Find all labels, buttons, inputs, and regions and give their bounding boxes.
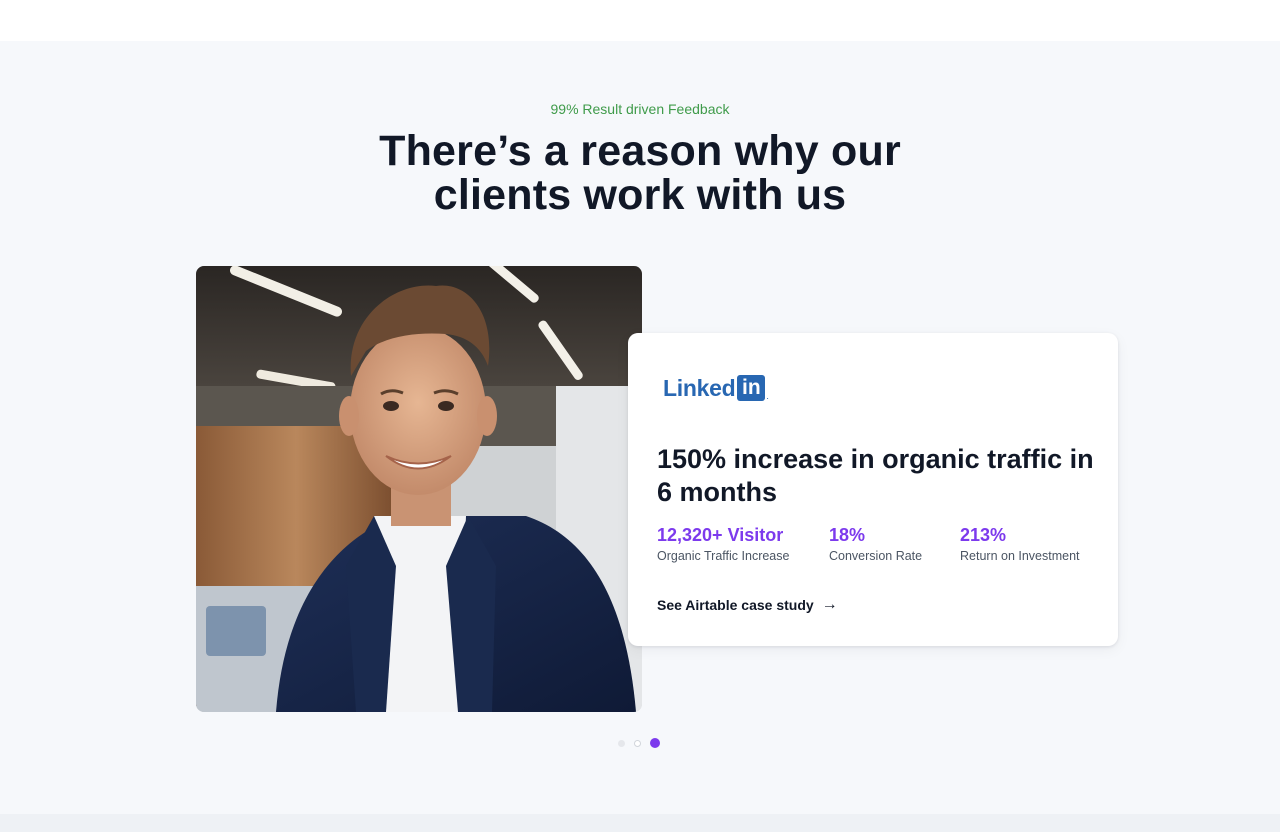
carousel-dot-3[interactable] <box>650 738 660 748</box>
stat-value: 12,320+ Visitor <box>657 525 784 545</box>
case-study-card: Linked in . 150% increase in organic tra… <box>628 333 1118 646</box>
logo-dot: . <box>766 391 769 401</box>
section-eyebrow: 99% Result driven Feedback <box>550 101 730 117</box>
logo-in-box: in <box>737 375 766 401</box>
stat-roi: 213% Return on Investment <box>960 524 1080 564</box>
linkedin-logo: Linked in . <box>663 373 769 403</box>
client-photo <box>196 266 642 712</box>
testimonial-section: 99% Result driven Feedback There’s a rea… <box>0 41 1280 814</box>
case-study-link[interactable]: See Airtable case study → <box>657 596 838 614</box>
carousel-dot-2[interactable] <box>634 739 641 747</box>
stat-traffic: 12,320+ Visitor Organic Traffic Increase <box>657 524 789 564</box>
case-study-link-label: See Airtable case study <box>657 597 814 613</box>
top-strip <box>0 0 1280 41</box>
headline-line-1: There’s a reason why our <box>379 127 901 175</box>
logo-wordmark: Linked <box>663 374 736 401</box>
stat-label: Organic Traffic Increase <box>657 549 790 563</box>
stat-label: Conversion Rate <box>829 549 923 563</box>
case-study-title: 150% increase in organic traffic in 6 mo… <box>657 444 1094 507</box>
carousel-dot-1[interactable] <box>618 739 625 747</box>
stat-value: 213% <box>960 525 1007 545</box>
stat-label: Return on Investment <box>960 549 1080 563</box>
section-headline: There’s a reason why our clients work wi… <box>0 129 1280 217</box>
stat-value: 18% <box>829 525 866 545</box>
bottom-strip <box>0 814 1280 832</box>
stat-conversion: 18% Conversion Rate <box>829 524 922 564</box>
arrow-right-icon: → <box>821 596 838 613</box>
headline-line-2: clients work with us <box>433 171 847 219</box>
carousel-pagination <box>618 738 660 748</box>
